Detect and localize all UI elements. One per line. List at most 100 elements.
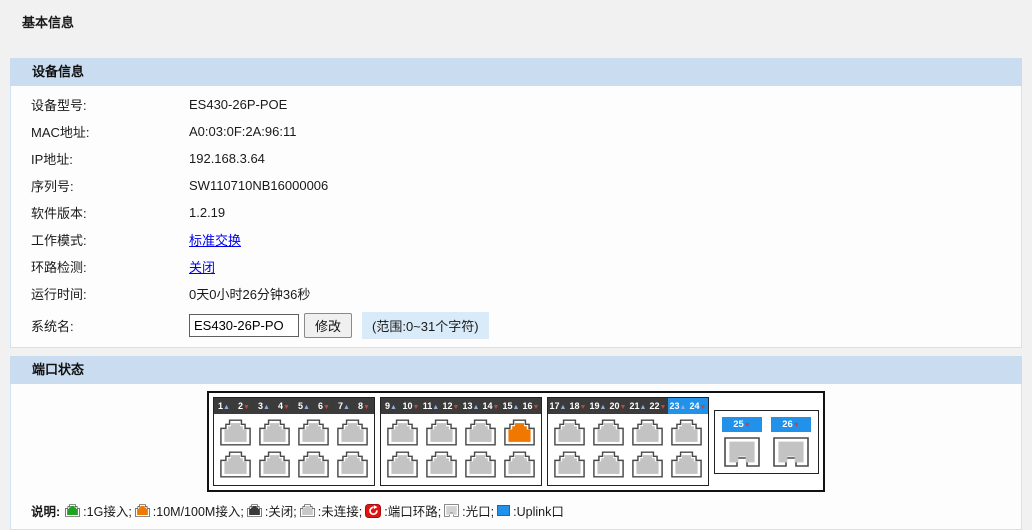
port-status-body: 1▲2▼3▲4▼5▲6▼7▲8▼9▲10▼11▲12▼13▲14▼15▲16▼1…	[10, 384, 1022, 530]
info-row-label: MAC地址:	[31, 122, 189, 141]
arrow-up-icon: ▲	[343, 404, 350, 411]
port-16-icon[interactable]	[504, 451, 535, 478]
info-row: 序列号:SW110710NB16000006	[11, 172, 1021, 199]
port-label-3: 3▲	[254, 398, 274, 414]
arrow-up-icon: ▲	[432, 404, 439, 411]
port-grid	[214, 414, 374, 485]
port-4-icon[interactable]	[259, 451, 290, 478]
legend-item-disconnected: :未连接;	[300, 501, 362, 520]
port-19-icon[interactable]	[593, 419, 624, 446]
legend-100m-icon	[135, 504, 150, 517]
port-label-26: 26▼	[771, 417, 811, 432]
info-row-label: 工作模式:	[31, 230, 189, 249]
port-group-header: 17▲18▼19▲20▼21▲22▼23▲24▼	[548, 398, 708, 414]
port-25-icon[interactable]	[724, 437, 760, 467]
port-label-15: 15▲	[501, 398, 521, 414]
port-7-icon[interactable]	[337, 419, 368, 446]
legend-loop-icon	[365, 504, 381, 518]
port-22-icon[interactable]	[632, 451, 663, 478]
port-legend: 说明: :1G接入;:10M/100M接入;:关闭;:未连接; :端口环路;:光口…	[11, 492, 1021, 529]
port-10-icon[interactable]	[387, 451, 418, 478]
port-6-icon[interactable]	[298, 451, 329, 478]
port-18-icon[interactable]	[554, 451, 585, 478]
port-group: 9▲10▼11▲12▼13▲14▼15▲16▼	[380, 397, 542, 486]
system-name-input[interactable]	[189, 314, 299, 337]
arrow-up-icon: ▲	[680, 404, 687, 411]
port-label-18: 18▼	[568, 398, 588, 414]
arrow-up-icon: ▲	[223, 404, 230, 411]
info-row-value: A0:03:0F:2A:96:11	[189, 124, 296, 139]
system-name-label: 系统名:	[31, 316, 189, 335]
device-info-rows: 设备型号:ES430-26P-POE MAC地址:A0:03:0F:2A:96:1…	[11, 86, 1021, 307]
port-label-9: 9▲	[381, 398, 401, 414]
legend-off-icon	[247, 504, 262, 517]
port-15-icon[interactable]	[504, 419, 535, 446]
legend-item-100m: :10M/100M接入;	[135, 501, 244, 520]
port-label-23: 23▲	[668, 398, 688, 414]
legend-item-1g: :1G接入;	[65, 501, 132, 520]
port-24-icon[interactable]	[671, 451, 702, 478]
legend-item-off: :关闭;	[247, 501, 297, 520]
port-label-25: 25▼	[722, 417, 762, 432]
port-25: 25▼	[722, 417, 762, 467]
arrow-down-icon: ▼	[580, 404, 587, 411]
arrow-down-icon: ▼	[700, 404, 707, 411]
info-row-label: 软件版本:	[31, 203, 189, 222]
legend-title: 说明:	[31, 501, 60, 520]
arrow-up-icon: ▲	[640, 404, 647, 411]
port-group: 17▲18▼19▲20▼21▲22▼23▲24▼	[547, 397, 709, 486]
legend-uplink-icon	[497, 505, 510, 516]
modify-button[interactable]: 修改	[304, 313, 352, 338]
port-panel: 1▲2▼3▲4▼5▲6▼7▲8▼9▲10▼11▲12▼13▲14▼15▲16▼1…	[207, 391, 825, 492]
port-3-icon[interactable]	[259, 419, 290, 446]
port-21-icon[interactable]	[632, 419, 663, 446]
info-value-link[interactable]: 标准交换	[189, 233, 241, 248]
port-label-13: 13▲	[461, 398, 481, 414]
port-group: 1▲2▼3▲4▼5▲6▼7▲8▼	[213, 397, 375, 486]
port-26-icon[interactable]	[773, 437, 809, 467]
info-row-value: 关闭	[189, 257, 215, 276]
port-label-10: 10▼	[401, 398, 421, 414]
port-23-icon[interactable]	[671, 419, 702, 446]
legend-1g-icon	[65, 504, 80, 517]
info-row-label: 序列号:	[31, 176, 189, 195]
port-8-icon[interactable]	[337, 451, 368, 478]
info-row: 设备型号:ES430-26P-POE	[11, 91, 1021, 118]
port-status-header: 端口状态	[10, 356, 1022, 384]
page-title: 基本信息	[0, 0, 1032, 28]
system-name-hint: (范围:0~31个字符)	[362, 312, 489, 339]
arrow-up-icon: ▲	[473, 404, 480, 411]
info-row-value: ES430-26P-POE	[189, 97, 287, 112]
port-12-icon[interactable]	[426, 451, 457, 478]
info-row-value: 1.2.19	[189, 205, 225, 220]
legend-item-optical: :光口;	[444, 501, 494, 520]
legend-optical-icon	[444, 504, 459, 517]
port-label-16: 16▼	[521, 398, 541, 414]
port-17-icon[interactable]	[554, 419, 585, 446]
info-row-label: 环路检测:	[31, 257, 189, 276]
port-2-icon[interactable]	[220, 451, 251, 478]
info-row: 运行时间:0天0小时26分钟36秒	[11, 280, 1021, 307]
port-1-icon[interactable]	[220, 419, 251, 446]
port-20-icon[interactable]	[593, 451, 624, 478]
port-5-icon[interactable]	[298, 419, 329, 446]
port-13-icon[interactable]	[465, 419, 496, 446]
port-group-header: 9▲10▼11▲12▼13▲14▼15▲16▼	[381, 398, 541, 414]
port-14-icon[interactable]	[465, 451, 496, 478]
arrow-down-icon: ▼	[283, 404, 290, 411]
port-label-7: 7▲	[334, 398, 354, 414]
port-9-icon[interactable]	[387, 419, 418, 446]
port-grid	[548, 414, 708, 485]
device-info-body: 设备型号:ES430-26P-POE MAC地址:A0:03:0F:2A:96:1…	[10, 86, 1022, 348]
arrow-up-icon: ▲	[513, 404, 520, 411]
port-label-17: 17▲	[548, 398, 568, 414]
port-label-6: 6▼	[314, 398, 334, 414]
port-label-21: 21▲	[628, 398, 648, 414]
legend-item-label: :端口环路;	[384, 501, 441, 520]
arrow-down-icon: ▼	[413, 404, 420, 411]
port-11-icon[interactable]	[426, 419, 457, 446]
system-name-row: 系统名: 修改 (范围:0~31个字符)	[11, 307, 1021, 347]
legend-item-label: :1G接入;	[83, 501, 132, 520]
info-value-link[interactable]: 关闭	[189, 260, 215, 275]
legend-item-uplink: :Uplink口	[497, 501, 564, 520]
